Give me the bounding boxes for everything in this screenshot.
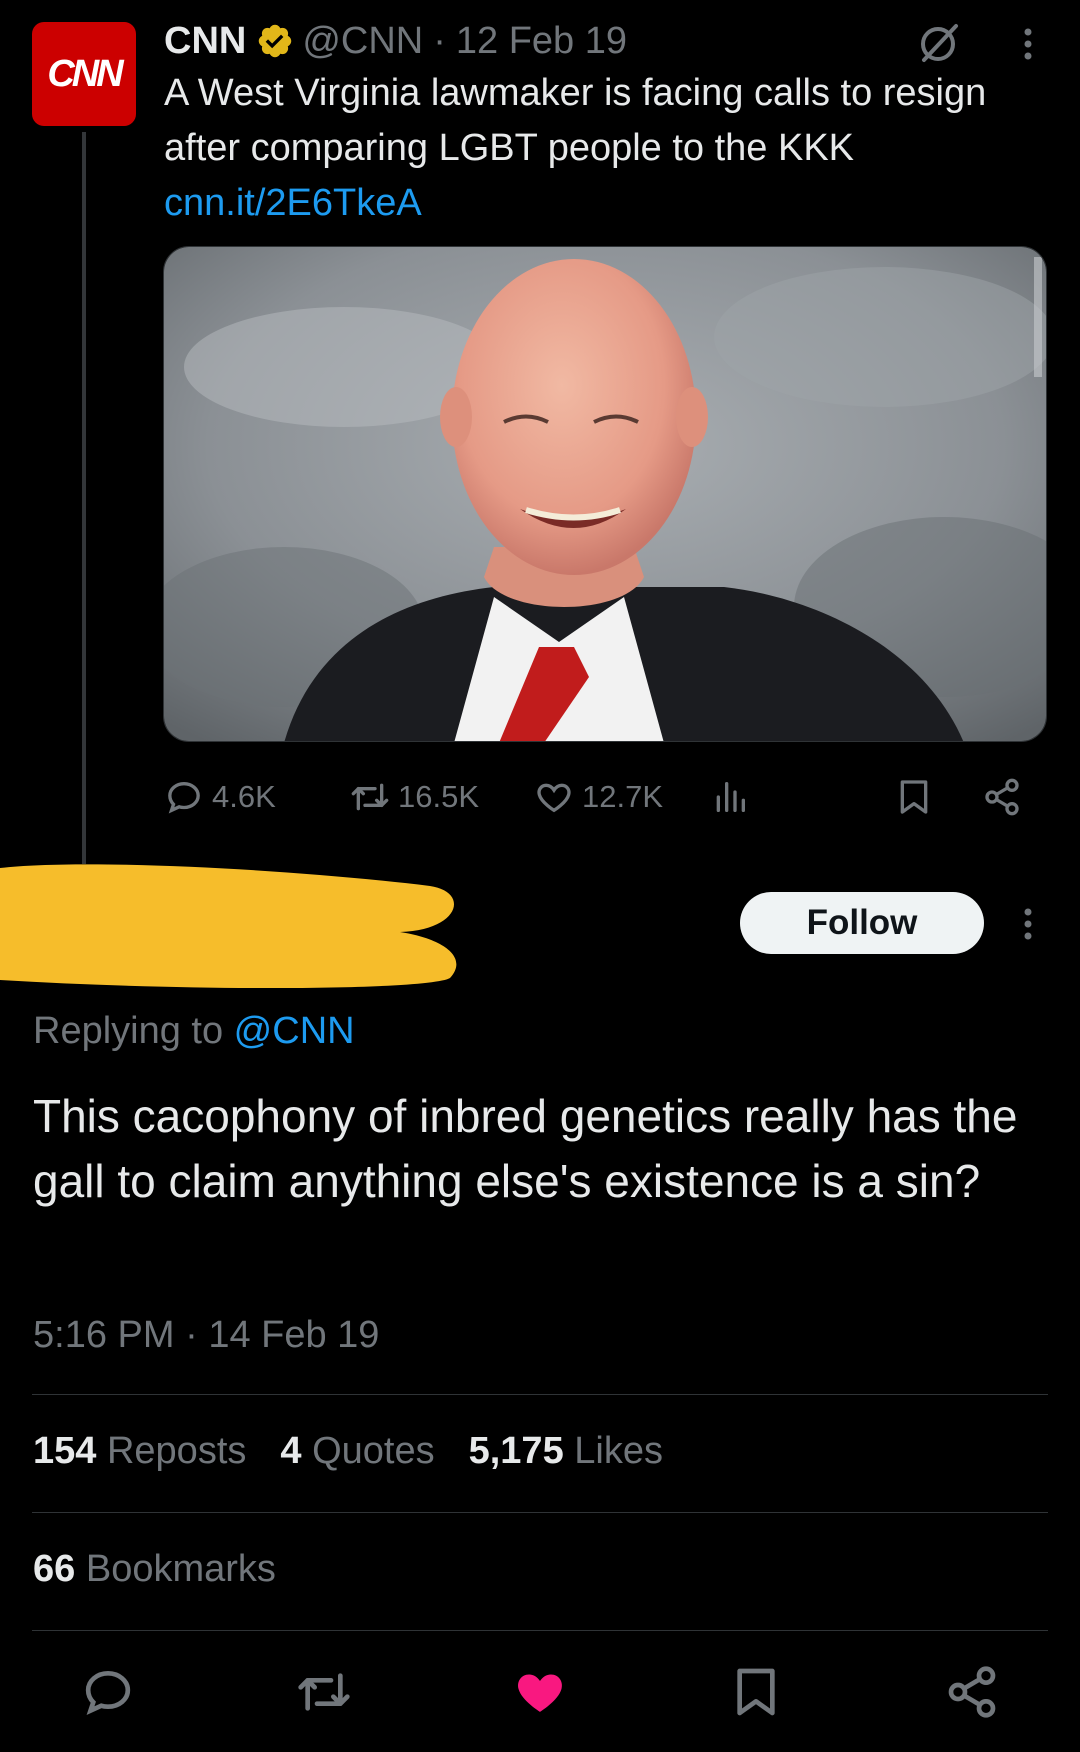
bookmark-action[interactable] bbox=[894, 774, 942, 820]
reply-action-bar bbox=[0, 1664, 1080, 1728]
header-separator: · bbox=[433, 19, 446, 62]
like-action[interactable]: 12.7K bbox=[534, 774, 663, 820]
likes-stat[interactable]: 5,175 Likes bbox=[469, 1430, 663, 1473]
redacted-author-scribble bbox=[0, 864, 457, 989]
replying-to-handle[interactable]: @CNN bbox=[234, 1010, 355, 1052]
reposts-label: Reposts bbox=[106, 1430, 247, 1472]
cnn-avatar[interactable]: CNN bbox=[32, 22, 136, 126]
bookmarks-count: 66 bbox=[33, 1548, 76, 1590]
share-action[interactable] bbox=[982, 774, 1030, 820]
repost-action[interactable]: 16.5K bbox=[350, 774, 479, 820]
like-icon bbox=[537, 783, 571, 813]
like-icon[interactable] bbox=[512, 1664, 568, 1720]
reply-icon bbox=[168, 781, 200, 814]
divider bbox=[32, 1512, 1048, 1513]
repost-count: 16.5K bbox=[398, 779, 480, 814]
like-count: 12.7K bbox=[582, 779, 664, 814]
author-handle[interactable]: @CNN bbox=[302, 20, 423, 63]
divider bbox=[32, 1630, 1048, 1631]
views-action[interactable] bbox=[710, 774, 758, 820]
reply-timestamp: 5:16 PM · 14 Feb 19 bbox=[33, 1314, 379, 1357]
bookmarks-label: Bookmarks bbox=[85, 1548, 276, 1590]
share-icon bbox=[985, 778, 1019, 816]
likes-label: Likes bbox=[574, 1430, 663, 1472]
parent-tweet-actions: 4.6K 16.5K 12.7K bbox=[164, 774, 1040, 820]
engagement-stats: 154 Reposts 4 Quotes 5,175 Likes bbox=[33, 1430, 663, 1473]
verified-badge-icon[interactable] bbox=[256, 22, 294, 60]
parent-tweet-body: A West Virginia lawmaker is facing calls… bbox=[164, 72, 987, 169]
parent-tweet-header: CNN @CNN · 12 Feb 19 bbox=[164, 16, 627, 66]
avatar-logo-text: CNN bbox=[47, 52, 123, 95]
bookmarks-stat[interactable]: 66 Bookmarks bbox=[33, 1548, 276, 1591]
quotes-count: 4 bbox=[280, 1430, 302, 1472]
reply-icon[interactable] bbox=[80, 1664, 136, 1720]
bookmark-icon bbox=[900, 780, 928, 814]
quotes-stat[interactable]: 4 Quotes bbox=[280, 1430, 434, 1473]
quotes-label: Quotes bbox=[312, 1430, 435, 1472]
author-name[interactable]: CNN bbox=[164, 20, 246, 63]
tweet-date[interactable]: 12 Feb 19 bbox=[456, 20, 627, 63]
replying-to-prefix: Replying to bbox=[33, 1010, 234, 1052]
article-link[interactable]: cnn.it/2E6TkeA bbox=[164, 182, 422, 224]
grok-icon[interactable] bbox=[916, 20, 962, 66]
repost-icon[interactable] bbox=[296, 1664, 352, 1720]
parent-tweet-text: A West Virginia lawmaker is facing calls… bbox=[164, 66, 1044, 231]
bookmark-icon[interactable] bbox=[728, 1664, 784, 1720]
tweet-photo[interactable] bbox=[163, 246, 1047, 742]
reply-action[interactable]: 4.6K bbox=[164, 774, 276, 820]
likes-count: 5,175 bbox=[468, 1430, 564, 1472]
reposts-count: 154 bbox=[33, 1430, 97, 1472]
divider bbox=[32, 1394, 1048, 1395]
repost-icon bbox=[351, 783, 389, 811]
reposts-stat[interactable]: 154 Reposts bbox=[33, 1430, 246, 1473]
share-icon[interactable] bbox=[944, 1664, 1000, 1720]
views-icon bbox=[716, 782, 745, 812]
follow-button[interactable]: Follow bbox=[740, 892, 984, 954]
more-icon[interactable] bbox=[1016, 902, 1040, 946]
more-icon[interactable] bbox=[1016, 22, 1040, 66]
reply-tweet-text: This cacophony of inbred genetics really… bbox=[33, 1090, 1018, 1207]
portrait-photo-image bbox=[164, 247, 1046, 741]
replying-to: Replying to @CNN bbox=[33, 1010, 355, 1053]
parent-tweet[interactable]: CNN CNN @CNN · 12 Feb 19 A West Virginia… bbox=[0, 0, 1080, 860]
reply-count: 4.6K bbox=[212, 779, 276, 814]
timestamp-separator: · bbox=[185, 1314, 198, 1356]
reply-time[interactable]: 5:16 PM bbox=[33, 1314, 175, 1356]
reply-date[interactable]: 14 Feb 19 bbox=[208, 1314, 379, 1356]
